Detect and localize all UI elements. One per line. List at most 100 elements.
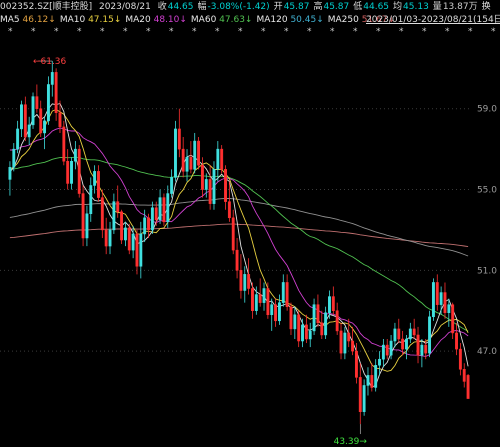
- event-marker: *: [215, 27, 220, 37]
- candle-body: [112, 201, 116, 231]
- candle-body: [451, 304, 455, 334]
- candle-body: [431, 282, 435, 318]
- candle-body: [366, 375, 370, 386]
- candle-body: [393, 328, 397, 342]
- candle-body: [123, 227, 127, 241]
- candle-body: [266, 288, 270, 316]
- candle-body: [270, 304, 274, 316]
- ma5-line: [9, 102, 469, 389]
- candle-body: [462, 369, 466, 382]
- candle-body: [20, 104, 23, 130]
- candle-body: [297, 314, 301, 342]
- candle-body: [97, 171, 100, 198]
- candle-body: [100, 197, 104, 231]
- event-marker: *: [468, 27, 473, 37]
- candle-body: [23, 104, 27, 138]
- candle-body: [247, 274, 251, 289]
- candle-body: [89, 185, 93, 215]
- candle-body: [362, 385, 366, 412]
- candle-body: [162, 197, 166, 223]
- ma120-line: [9, 198, 469, 257]
- candle-body: [185, 156, 189, 172]
- candle-body: [343, 332, 347, 354]
- candle-body: [158, 197, 162, 221]
- candle-body: [77, 148, 81, 194]
- candle-body: [104, 229, 108, 247]
- candle-body: [170, 177, 174, 194]
- candle-body: [304, 324, 308, 340]
- event-marker: *: [146, 27, 151, 37]
- candle-body: [416, 334, 420, 356]
- candle-body: [116, 201, 120, 212]
- event-marker: *: [422, 27, 427, 37]
- candle-body: [177, 128, 181, 150]
- event-marker: *: [123, 27, 128, 37]
- event-marker: *: [399, 27, 404, 37]
- candle-body: [447, 304, 451, 313]
- candle-body: [73, 148, 77, 162]
- candle-body: [120, 211, 124, 241]
- candle-body: [31, 96, 35, 126]
- candle-body: [254, 294, 258, 311]
- candle-body: [262, 288, 266, 303]
- candle-body: [405, 338, 408, 350]
- candle-body: [439, 292, 443, 305]
- candle-body: [258, 294, 262, 303]
- candle-body: [189, 156, 193, 170]
- candle-body: [147, 217, 150, 231]
- candlestick-chart: 59.0 55.0 51.0 47.0 * * * * * * * * * * * * * * * * * * * * * * ←6…: [0, 27, 497, 447]
- candle-body: [335, 310, 339, 332]
- candle-body: [220, 148, 224, 170]
- y-tick-label: 51.0: [477, 266, 497, 276]
- candle-body: [235, 249, 239, 271]
- candle-body: [204, 179, 208, 190]
- candle-body: [274, 304, 278, 322]
- candle-body: [12, 148, 16, 168]
- candle-body: [239, 270, 243, 291]
- event-marker: *: [54, 27, 59, 37]
- candle-body: [308, 330, 312, 340]
- event-marker: *: [353, 27, 358, 37]
- candle-body: [455, 332, 458, 350]
- event-marker: *: [307, 27, 312, 37]
- event-marker: *: [31, 27, 36, 37]
- candle-body: [412, 328, 416, 336]
- candle-body: [181, 148, 185, 172]
- candle-body: [293, 314, 297, 330]
- candle-body: [378, 358, 381, 366]
- candle-body: [50, 72, 54, 85]
- event-marker: *: [77, 27, 82, 37]
- candle-body: [27, 124, 31, 138]
- event-marker: *: [8, 27, 13, 37]
- candle-body: [200, 165, 204, 190]
- candle-body: [43, 120, 47, 134]
- candle-body: [289, 306, 293, 330]
- candle-body: [285, 282, 289, 307]
- candle-body: [227, 201, 231, 219]
- candle-body: [54, 72, 58, 114]
- candle-body: [358, 377, 362, 412]
- candle-body: [58, 112, 62, 128]
- y-tick-label: 47.0: [477, 347, 497, 357]
- candle-body: [66, 160, 70, 184]
- event-marker: *: [376, 27, 381, 37]
- candle-body: [435, 282, 439, 305]
- candle-body: [331, 296, 335, 311]
- candle-body: [351, 340, 355, 352]
- y-tick-label: 59.0: [477, 105, 497, 115]
- candle-body: [381, 344, 385, 360]
- low-label: 43.39→: [334, 437, 368, 447]
- high-label: ←61.36: [33, 57, 67, 67]
- candle-body: [143, 217, 147, 235]
- candle-body: [320, 322, 324, 336]
- event-marker: *: [491, 27, 496, 37]
- event-marker: *: [445, 27, 450, 37]
- candle-body: [428, 316, 432, 354]
- candle-body: [281, 282, 285, 303]
- candle-body: [251, 288, 254, 311]
- candle-body: [208, 179, 212, 204]
- event-marker: *: [330, 27, 335, 37]
- candle-body: [154, 207, 158, 221]
- candle-body: [212, 169, 216, 204]
- candle-body: [389, 340, 393, 356]
